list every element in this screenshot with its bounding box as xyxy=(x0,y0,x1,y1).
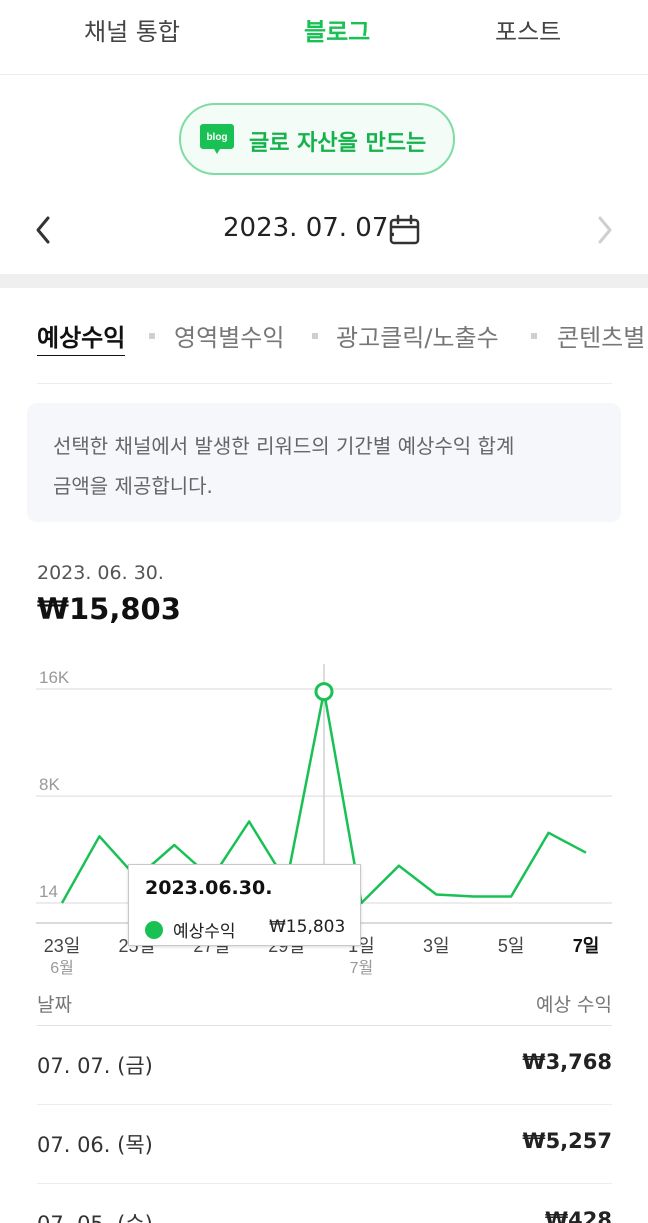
chevron-left-icon[interactable] xyxy=(30,214,56,246)
current-date: 2023. 07. 07. xyxy=(223,213,397,243)
series-dot-icon xyxy=(145,921,163,939)
row-value: ₩5,257 xyxy=(522,1129,612,1153)
row-date: 07. 05. (수) xyxy=(37,1208,153,1223)
table-row[interactable]: 07. 07. (금) ₩3,768 xyxy=(37,1026,612,1105)
top-tab-bar: 채널 통합 블로그 포스트 xyxy=(0,0,648,75)
table-row[interactable]: 07. 06. (목) ₩5,257 xyxy=(37,1105,612,1184)
tooltip-date: 2023.06.30. xyxy=(145,877,273,899)
y-tick-label: 16K xyxy=(39,668,70,687)
subtab-separator xyxy=(312,333,318,339)
section-divider xyxy=(0,274,648,288)
subtab-content[interactable]: 콘텐츠별 xyxy=(557,318,645,353)
row-date: 07. 06. (목) xyxy=(37,1133,153,1157)
tab-blog[interactable]: 블로그 xyxy=(304,12,370,47)
row-value: ₩428 xyxy=(545,1208,612,1223)
subtab-separator xyxy=(531,333,537,339)
table-header-revenue: 예상 수익 xyxy=(536,994,612,1016)
sub-tab-bar: 예상수익 영역별수익 광고클릭/노출수 콘텐츠별 xyxy=(37,318,648,356)
selected-date: 2023. 06. 30. xyxy=(37,562,164,584)
tab-channel-integrated[interactable]: 채널 통합 xyxy=(84,12,180,47)
row-value: ₩3,768 xyxy=(522,1050,612,1074)
info-box: 선택한 채널에서 발생한 리워드의 기간별 예상수익 합계 금액을 제공합니다. xyxy=(27,403,621,522)
blog-logo-icon: blog xyxy=(200,124,234,154)
date-navigator: 2023. 07. 07. xyxy=(0,200,648,260)
table-header-date: 날짜 xyxy=(37,994,72,1016)
subtab-divider xyxy=(37,383,612,384)
x-tick-label: 7일 xyxy=(573,936,600,956)
y-tick-label: 8K xyxy=(39,775,60,794)
chart-tooltip: 2023.06.30. 예상수익 ₩15,803 xyxy=(128,864,361,946)
subtab-area-revenue[interactable]: 영역별수익 xyxy=(174,318,284,353)
selected-amount: ₩15,803 xyxy=(37,592,181,626)
info-text-line: 금액을 제공합니다. xyxy=(53,474,213,498)
blog-logo-text: blog xyxy=(206,132,227,143)
table-row[interactable]: 07. 05. (수) ₩428 xyxy=(37,1184,612,1223)
subtab-estimated-revenue[interactable]: 예상수익 xyxy=(37,318,126,356)
x-tick-label: 23일 xyxy=(44,936,81,956)
subtab-ad-clicks[interactable]: 광고클릭/노출수 xyxy=(336,318,499,353)
highlighted-point xyxy=(314,682,334,702)
row-date: 07. 07. (금) xyxy=(37,1054,153,1078)
blog-promo-badge[interactable]: blog 글로 자산을 만드는 xyxy=(179,103,455,175)
tab-post[interactable]: 포스트 xyxy=(495,12,561,47)
subtab-separator xyxy=(149,333,155,339)
info-text-line: 선택한 채널에서 발생한 리워드의 기간별 예상수익 합계 xyxy=(53,434,515,458)
x-tick-sublabel: 6월 xyxy=(50,959,74,977)
x-tick-label: 3일 xyxy=(423,936,450,956)
x-tick-label: 5일 xyxy=(498,936,525,956)
tooltip-label: 예상수익 xyxy=(173,922,236,942)
tooltip-value: ₩15,803 xyxy=(269,917,346,937)
x-tick-sublabel: 7월 xyxy=(350,959,374,977)
chevron-right-icon[interactable] xyxy=(592,214,618,246)
calendar-icon[interactable] xyxy=(388,214,422,246)
y-tick-label: 14 xyxy=(39,882,58,901)
badge-text: 글로 자산을 만드는 xyxy=(249,131,427,156)
